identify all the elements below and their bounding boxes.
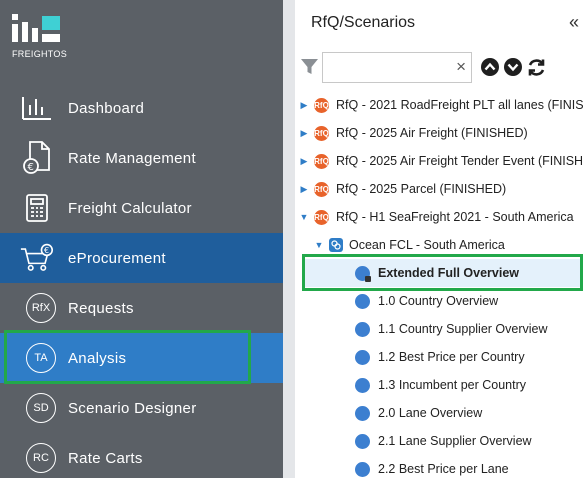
- scenario-designer-badge: SD: [26, 393, 56, 423]
- rate-carts-badge: RC: [26, 443, 56, 473]
- tree-item-scenario[interactable]: 1.3 Incumbent per Country: [295, 371, 583, 399]
- tree-item-rfq[interactable]: ▶ RfQ RfQ - 2025 Air Freight Tender Even…: [295, 147, 583, 175]
- nav-analysis[interactable]: TA Analysis: [0, 333, 283, 383]
- tree-item-rfq[interactable]: ▶ RfQ RfQ - 2025 Parcel (FINISHED): [295, 175, 583, 203]
- svg-text:€: €: [44, 246, 49, 255]
- scenario-icon: [355, 349, 370, 365]
- tree-item-scenario[interactable]: 2.1 Lane Supplier Overview: [295, 427, 583, 455]
- tree-item-label: 1.2 Best Price per Country: [378, 350, 525, 364]
- refresh-icon[interactable]: [526, 57, 547, 83]
- tree-item-label: 1.1 Country Supplier Overview: [378, 322, 548, 336]
- tree-item-label: 2.1 Lane Supplier Overview: [378, 434, 532, 448]
- caret-down-icon[interactable]: ▼: [298, 212, 310, 222]
- sidebar: FREIGHTOS Dashboard € Rate Management Fr…: [0, 0, 283, 478]
- search-field: ×: [322, 52, 472, 83]
- nav-label: Analysis: [68, 349, 127, 367]
- bar-chart-icon: [20, 91, 54, 125]
- tree-item-label: 1.3 Incumbent per Country: [378, 378, 526, 392]
- tree-item-scenario[interactable]: 2.2 Best Price per Lane: [295, 455, 583, 478]
- rfq-icon: RfQ: [314, 153, 329, 169]
- tree-item-scenario[interactable]: 1.2 Best Price per Country: [295, 343, 583, 371]
- nav-rate-management[interactable]: € Rate Management: [0, 133, 283, 183]
- nav-label: Rate Management: [68, 149, 196, 167]
- clear-search-button[interactable]: ×: [456, 58, 466, 76]
- nav-label: Dashboard: [68, 99, 145, 117]
- rfq-icon: RfQ: [314, 209, 329, 225]
- tree-item-label: 2.0 Lane Overview: [378, 406, 483, 420]
- tree-item-label: RfQ - 2021 RoadFreight PLT all lanes (FI…: [336, 98, 583, 112]
- scenario-icon: [355, 377, 370, 393]
- nav-dashboard[interactable]: Dashboard: [0, 83, 283, 133]
- search-input[interactable]: [323, 53, 443, 82]
- tree-item-group[interactable]: ▼ Ocean FCL - South America: [295, 231, 583, 259]
- caret-right-icon[interactable]: ▶: [298, 156, 310, 167]
- caret-right-icon[interactable]: ▶: [298, 184, 310, 195]
- tree-item-scenario[interactable]: 1.1 Country Supplier Overview: [295, 315, 583, 343]
- tree-item-label: Extended Full Overview: [378, 266, 520, 280]
- tree-item-label: RfQ - 2025 Parcel (FINISHED): [336, 182, 507, 196]
- tree-toolbar: [480, 57, 547, 83]
- panel-title: RfQ/Scenarios: [311, 14, 416, 31]
- nav-rate-carts[interactable]: RC Rate Carts: [0, 433, 283, 478]
- nav-label: eProcurement: [68, 249, 166, 267]
- nav-scenario-designer[interactable]: SD Scenario Designer: [0, 383, 283, 433]
- scenario-icon: [355, 433, 370, 449]
- caret-right-icon[interactable]: ▶: [298, 100, 310, 111]
- nav-label: Scenario Designer: [68, 399, 197, 417]
- tree-item-rfq[interactable]: ▶ RfQ RfQ - 2025 Air Freight (FINISHED): [295, 119, 583, 147]
- tree-item-scenario[interactable]: Extended Full Overview: [303, 259, 583, 287]
- rfq-icon: RfQ: [314, 181, 329, 197]
- nav-eprocurement[interactable]: € eProcurement: [0, 233, 283, 283]
- scenario-icon: [355, 461, 370, 477]
- rfq-icon: RfQ: [314, 97, 329, 113]
- collapse-panel-button[interactable]: «: [569, 12, 579, 33]
- tree-item-scenario[interactable]: 1.0 Country Overview: [295, 287, 583, 315]
- svg-text:€: €: [28, 162, 34, 173]
- nav-label: Rate Carts: [68, 449, 143, 467]
- scenario-icon: [355, 321, 370, 337]
- tree-item-label: 2.2 Best Price per Lane: [378, 462, 509, 476]
- tree-item-label: Ocean FCL - South America: [349, 238, 505, 252]
- requests-badge: RfX: [26, 293, 56, 323]
- scenarios-panel: RfQ/Scenarios « × ▶ RfQ RfQ - 2021 RoadF…: [283, 0, 583, 478]
- expand-all-icon[interactable]: [503, 57, 523, 83]
- collapse-all-icon[interactable]: [480, 57, 500, 83]
- nav-requests[interactable]: RfX Requests: [0, 283, 283, 333]
- filter-icon[interactable]: [301, 58, 318, 80]
- nav-label: Requests: [68, 299, 134, 317]
- caret-right-icon[interactable]: ▶: [298, 128, 310, 139]
- rfq-icon: RfQ: [314, 125, 329, 141]
- tree-item-label: 1.0 Country Overview: [378, 294, 499, 308]
- scenario-icon: [355, 405, 370, 421]
- tree-item-rfq[interactable]: ▶ RfQ RfQ - 2021 RoadFreight PLT all lan…: [295, 91, 583, 119]
- document-euro-icon: €: [20, 141, 54, 175]
- tree-item-scenario[interactable]: 2.0 Lane Overview: [295, 399, 583, 427]
- brand-name: FREIGHTOS: [12, 49, 68, 59]
- tree-item-rfq[interactable]: ▼ RfQ RfQ - H1 SeaFreight 2021 - South A…: [295, 203, 583, 231]
- scenario-icon: [355, 293, 370, 309]
- calculator-icon: [20, 191, 54, 225]
- nav-label: Freight Calculator: [68, 199, 192, 217]
- tree-item-label: RfQ - 2025 Air Freight (FINISHED): [336, 126, 528, 140]
- analysis-badge: TA: [26, 343, 56, 373]
- locked-scenario-icon: [355, 265, 371, 282]
- cart-euro-icon: €: [20, 241, 54, 275]
- nav-freight-calculator[interactable]: Freight Calculator: [0, 183, 283, 233]
- ocean-fcl-icon: [329, 238, 343, 252]
- tree-item-label: RfQ - H1 SeaFreight 2021 - South America: [336, 210, 574, 224]
- caret-down-icon[interactable]: ▼: [313, 240, 325, 250]
- tree-item-label: RfQ - 2025 Air Freight Tender Event (FIN…: [336, 154, 583, 168]
